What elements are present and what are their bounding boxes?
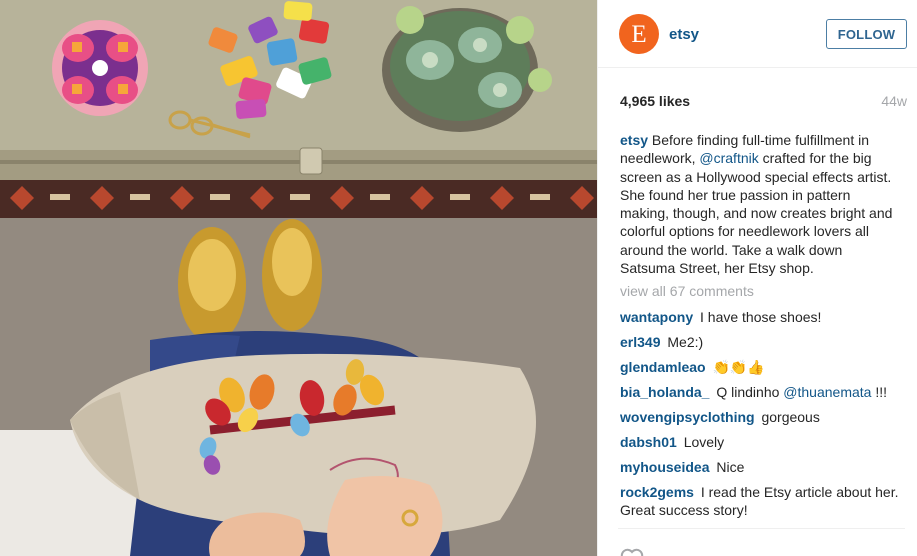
comment-item: dabsh01 Lovely xyxy=(620,433,907,451)
mention-link[interactable]: @craftnik xyxy=(699,150,758,166)
comment-item: erl349 Me2:) xyxy=(620,333,907,351)
comment-item: bia_holanda_ Q lindinho @thuanemata !!! xyxy=(620,383,907,401)
comment-mention-link[interactable]: @thuanemata xyxy=(783,384,871,400)
follow-button[interactable]: FOLLOW xyxy=(826,19,907,49)
comment-text-tail: !!! xyxy=(871,384,888,400)
comment-text: Q lindinho xyxy=(716,384,784,400)
comment-text: I have those shoes! xyxy=(700,309,822,325)
comment-item: rock2gems I read the Etsy article about … xyxy=(620,483,907,519)
post-header: E etsy FOLLOW xyxy=(598,0,917,68)
comment-item: myhouseidea Nice xyxy=(620,458,907,476)
comment-item: glendamleao 👏👏👍 xyxy=(620,358,907,376)
comment-username-link[interactable]: bia_holanda_ xyxy=(620,384,709,400)
view-all-comments-link[interactable]: view all 67 comments xyxy=(620,283,754,299)
caption-text-continued: crafted for the big screen as a Hollywoo… xyxy=(620,150,893,277)
post-age[interactable]: 44w xyxy=(881,93,907,109)
avatar-letter: E xyxy=(631,20,647,48)
comment-username-link[interactable]: wantapony xyxy=(620,309,693,325)
comment-text: gorgeous xyxy=(761,409,820,425)
comment-text: Me2:) xyxy=(667,334,704,350)
likes-count[interactable]: 4,965 likes xyxy=(620,93,690,109)
comment-username-link[interactable]: dabsh01 xyxy=(620,434,677,450)
post-stats: 4,965 likes 44w xyxy=(620,93,907,113)
comment-text: 👏👏👍 xyxy=(712,359,765,375)
comment-text: Lovely xyxy=(683,434,725,450)
comment-list: wantapony I have those shoes! erl349 Me2… xyxy=(620,308,907,526)
comment-username-link[interactable]: erl349 xyxy=(620,334,660,350)
caption-username-link[interactable]: etsy xyxy=(620,132,648,148)
comment-username-link[interactable]: glendamleao xyxy=(620,359,706,375)
post-photo[interactable] xyxy=(0,0,597,556)
divider xyxy=(618,528,905,529)
comment-text: Nice xyxy=(716,459,745,475)
embroidery-photo-illustration xyxy=(0,0,597,556)
username-link[interactable]: etsy xyxy=(669,26,699,43)
comment-item: wovengipsyclothing gorgeous xyxy=(620,408,907,426)
like-heart-icon[interactable] xyxy=(620,548,644,556)
post-caption: etsy Before finding full-time fulfillmen… xyxy=(620,131,895,277)
instagram-post: E etsy FOLLOW 4,965 likes 44w etsy Befor… xyxy=(0,0,917,556)
comment-username-link[interactable]: wovengipsyclothing xyxy=(620,409,755,425)
post-sidebar: E etsy FOLLOW 4,965 likes 44w etsy Befor… xyxy=(597,0,917,556)
etsy-avatar[interactable]: E xyxy=(619,14,659,54)
comment-username-link[interactable]: myhouseidea xyxy=(620,459,709,475)
comment-item: wantapony I have those shoes! xyxy=(620,308,907,326)
comment-username-link[interactable]: rock2gems xyxy=(620,484,694,500)
